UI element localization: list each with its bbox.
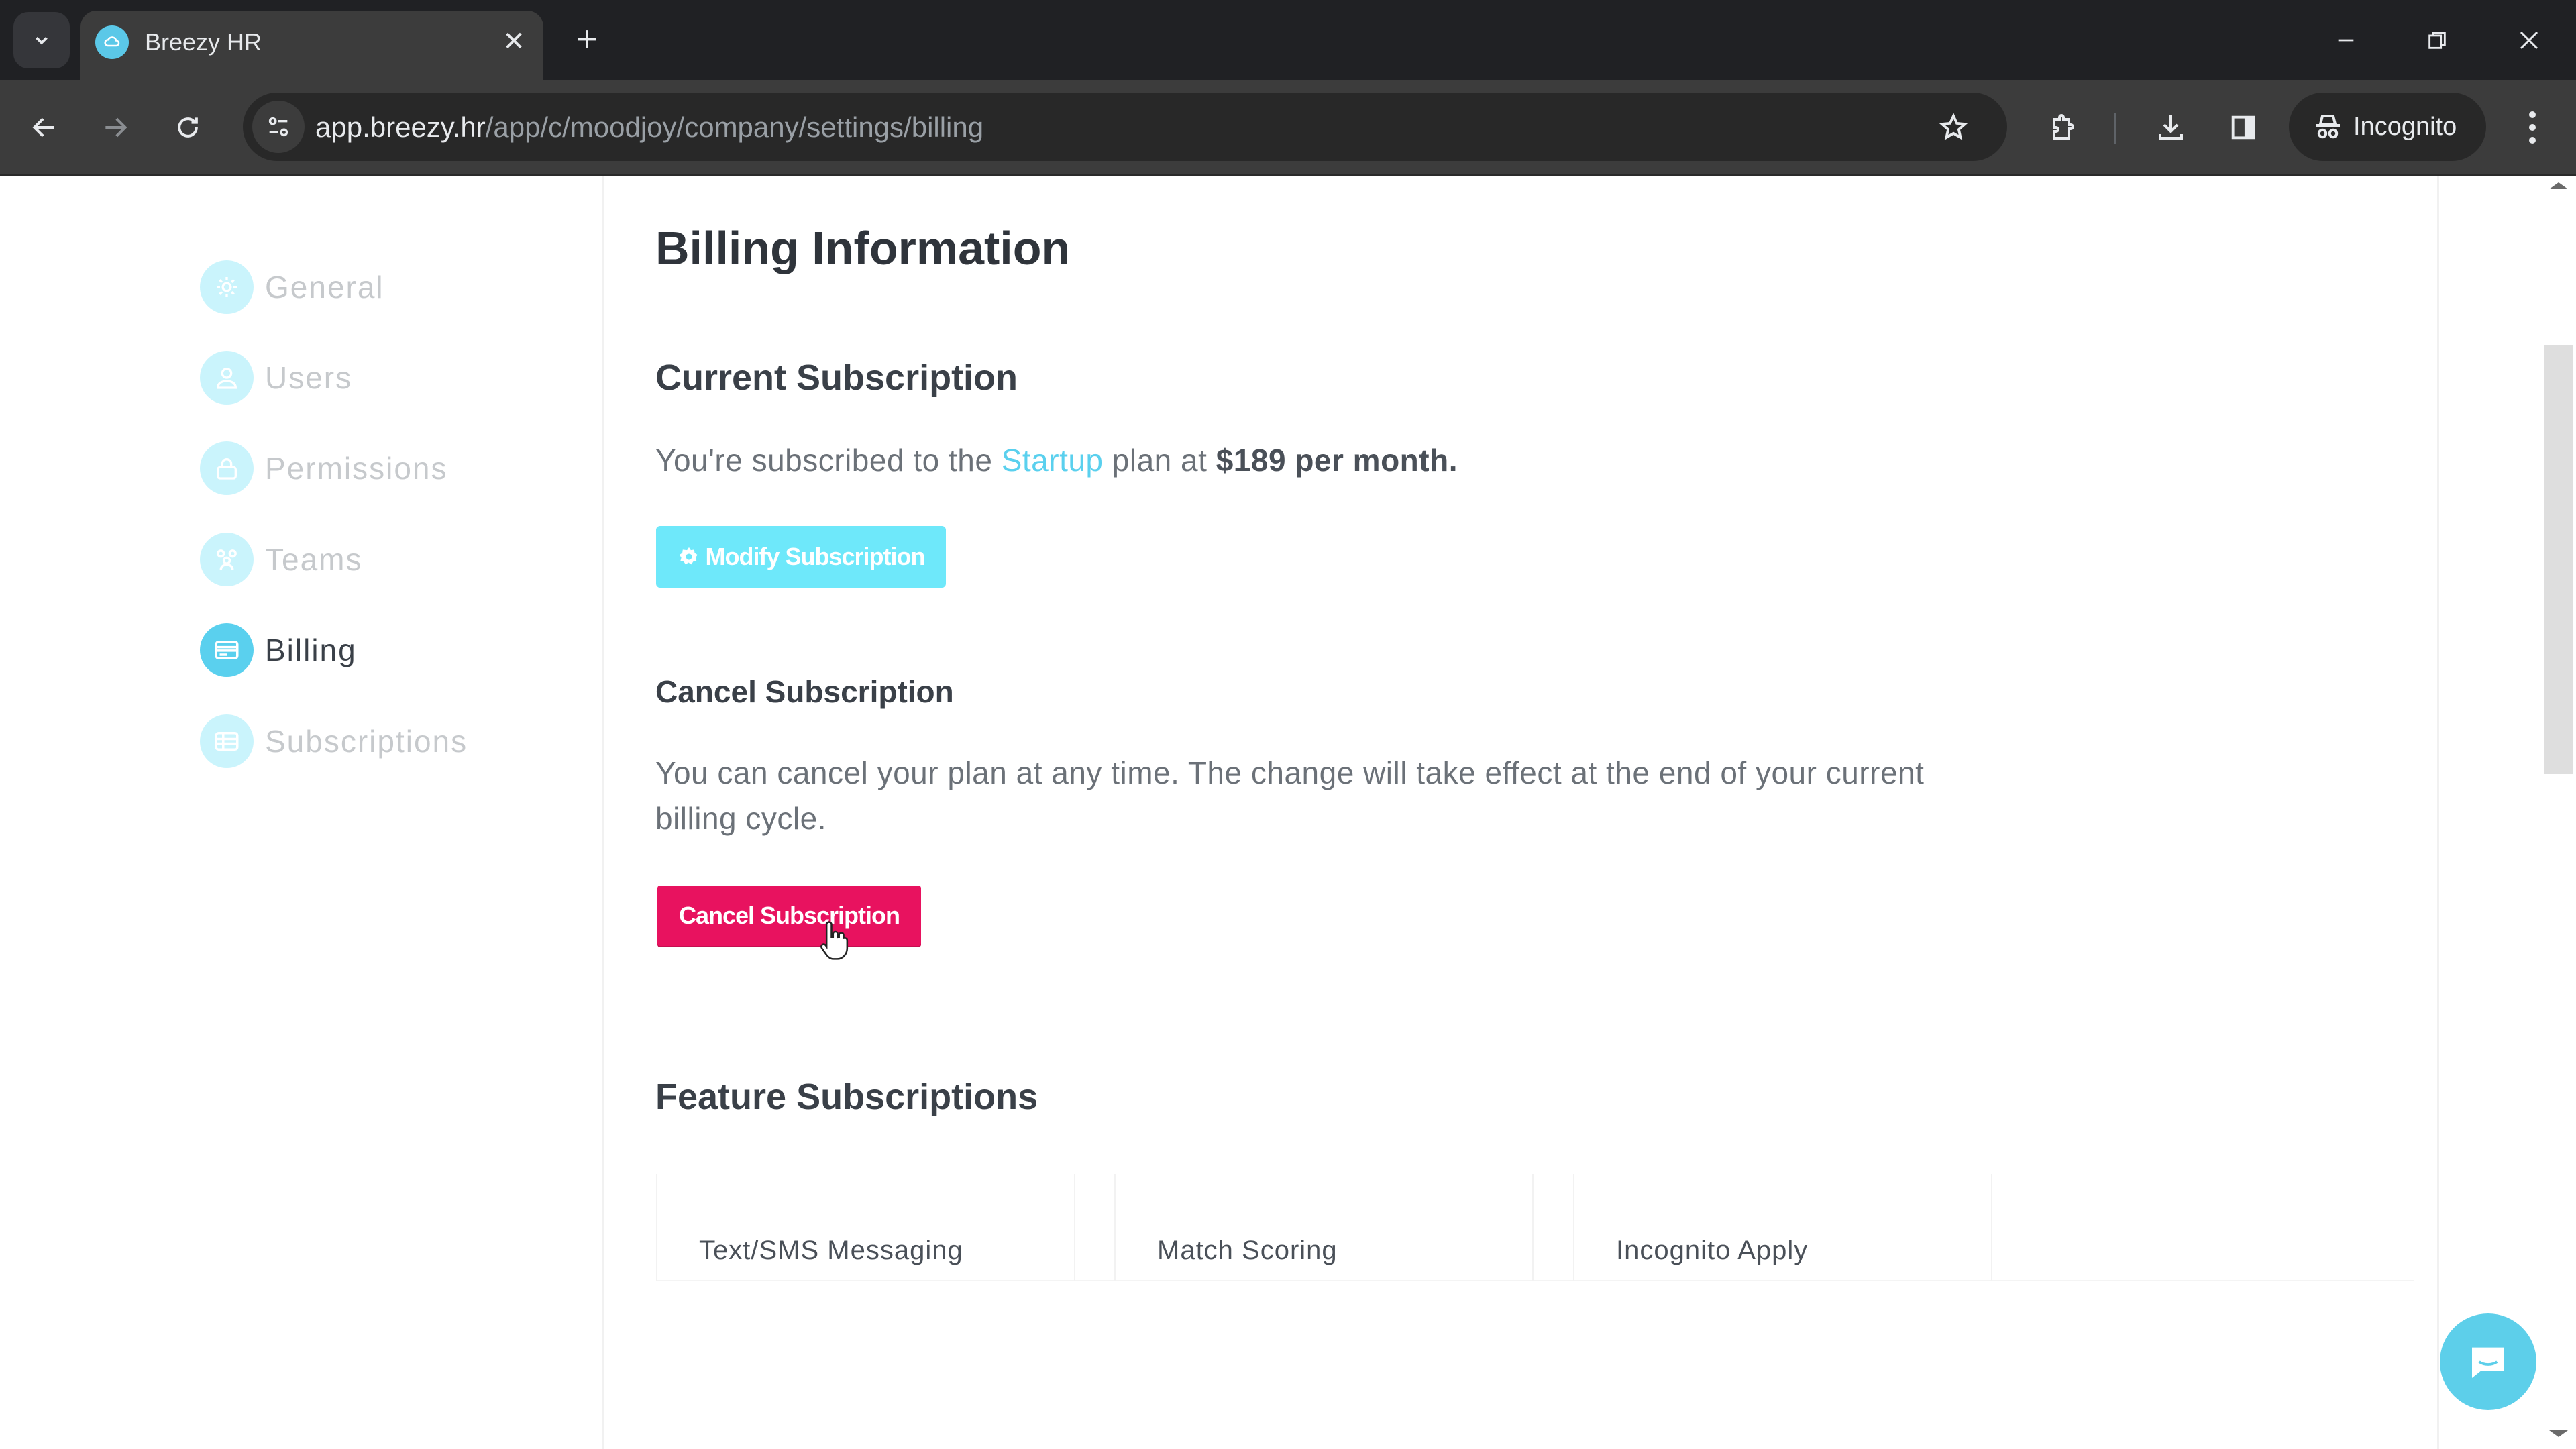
feature-label: Match Scoring bbox=[1157, 1236, 1338, 1265]
forward-button[interactable] bbox=[89, 101, 142, 154]
url-text[interactable]: app.breezy.hr/app/c/moodjoy/company/sett… bbox=[315, 111, 983, 144]
feature-card-match-scoring[interactable]: Match Scoring bbox=[1114, 1174, 1534, 1281]
gear-icon bbox=[679, 547, 698, 565]
feature-subscriptions-heading: Feature Subscriptions bbox=[655, 1077, 1038, 1117]
url-path: /app/c/moodjoy/company/settings/billing bbox=[485, 111, 984, 143]
close-window-button[interactable] bbox=[2506, 17, 2553, 64]
cancel-description: You can cancel your plan at any time. Th… bbox=[655, 755, 1925, 836]
browser-toolbar: app.breezy.hr/app/c/moodjoy/company/sett… bbox=[0, 80, 2576, 176]
plan-text-middle: plan at bbox=[1103, 443, 1216, 478]
feature-card-sms[interactable]: Text/SMS Messaging bbox=[656, 1174, 1075, 1281]
sidebar-item-label: Subscriptions bbox=[265, 724, 468, 759]
modify-subscription-label: Modify Subscription bbox=[705, 543, 926, 570]
more-vert-icon bbox=[2529, 111, 2536, 118]
plan-name-link[interactable]: Startup bbox=[1002, 443, 1104, 478]
downloads-button[interactable] bbox=[2144, 101, 2198, 154]
browser-tab-bar: Breezy HR ✕ + bbox=[0, 0, 2576, 80]
url-host: app.breezy.hr bbox=[315, 111, 486, 143]
address-bar[interactable]: app.breezy.hr/app/c/moodjoy/company/sett… bbox=[243, 93, 2007, 161]
tab-search-button[interactable] bbox=[13, 12, 70, 68]
sidebar-item-users[interactable]: Users bbox=[200, 347, 352, 408]
side-panel-button[interactable] bbox=[2216, 101, 2270, 154]
arrow-right-icon bbox=[105, 117, 127, 138]
team-icon bbox=[200, 533, 254, 586]
sidebar-item-general[interactable]: General bbox=[200, 257, 384, 317]
sidebar-item-label: General bbox=[265, 270, 384, 305]
more-vert-dot bbox=[2529, 124, 2536, 131]
sidebar-item-permissions[interactable]: Permissions bbox=[200, 438, 448, 498]
toolbar-divider bbox=[2114, 113, 2116, 144]
reload-button[interactable] bbox=[161, 101, 215, 154]
minimize-button[interactable] bbox=[2322, 17, 2369, 64]
back-button[interactable] bbox=[17, 101, 71, 154]
arrow-left-icon bbox=[32, 117, 54, 138]
minimize-icon bbox=[2338, 39, 2354, 42]
new-tab-button[interactable]: + bbox=[567, 20, 607, 60]
feature-label: Text/SMS Messaging bbox=[699, 1236, 963, 1265]
incognito-label: Incognito bbox=[2353, 112, 2457, 141]
list-icon bbox=[200, 714, 254, 768]
mouse-cursor-hand-icon bbox=[820, 919, 851, 965]
chat-bubble-icon bbox=[2472, 1347, 2504, 1378]
scrollbar-thumb[interactable] bbox=[2544, 345, 2573, 774]
cancel-subscription-label: Cancel Subscription bbox=[678, 902, 900, 929]
feature-card-incognito-apply[interactable]: Incognito Apply bbox=[1573, 1174, 1992, 1281]
page: General Users Permissions Teams Billing bbox=[0, 176, 2576, 1449]
plan-text-prefix: You're subscribed to the bbox=[655, 443, 1002, 478]
bookmark-button[interactable] bbox=[1933, 107, 1974, 148]
side-panel-icon bbox=[2231, 115, 2255, 140]
download-icon bbox=[2159, 115, 2183, 140]
plan-price: $189 per month. bbox=[1216, 443, 1458, 478]
modify-subscription-button[interactable]: Modify Subscription bbox=[656, 526, 946, 588]
star-icon bbox=[1939, 113, 1968, 140]
cancel-subscription-button[interactable]: Cancel Subscription bbox=[657, 885, 921, 946]
lock-icon bbox=[200, 441, 254, 495]
more-vert-dot bbox=[2529, 137, 2536, 144]
browser-menu-button[interactable] bbox=[2512, 101, 2553, 154]
chat-launcher-button[interactable] bbox=[2440, 1313, 2536, 1410]
settings-sidebar: General Users Permissions Teams Billing bbox=[0, 176, 604, 1449]
close-icon bbox=[2520, 31, 2538, 50]
user-icon bbox=[200, 351, 254, 405]
incognito-indicator[interactable]: Incognito bbox=[2289, 93, 2486, 161]
current-plan-text: You're subscribed to the Startup plan at… bbox=[655, 437, 1964, 483]
tab-title: Breezy HR bbox=[145, 28, 262, 56]
browser-tab[interactable]: Breezy HR ✕ bbox=[80, 11, 543, 80]
chevron-down-icon bbox=[36, 36, 48, 45]
tab-close-icon[interactable]: ✕ bbox=[496, 24, 531, 59]
scroll-down-arrow-icon[interactable] bbox=[2549, 1430, 2568, 1437]
extensions-button[interactable] bbox=[2037, 101, 2090, 154]
breezy-favicon-icon bbox=[95, 25, 129, 59]
sidebar-item-teams[interactable]: Teams bbox=[200, 529, 362, 590]
incognito-icon bbox=[2316, 115, 2340, 139]
scroll-up-arrow-icon[interactable] bbox=[2549, 182, 2568, 189]
reload-icon bbox=[178, 117, 198, 138]
sidebar-item-billing[interactable]: Billing bbox=[200, 620, 357, 680]
billing-content: Billing Information Current Subscription… bbox=[604, 176, 2439, 1449]
sidebar-item-label: Users bbox=[265, 360, 353, 395]
feature-subscriptions-list: Text/SMS Messaging Match Scoring Incogni… bbox=[656, 1174, 2414, 1281]
sidebar-item-label: Permissions bbox=[265, 451, 448, 486]
sidebar-item-label: Teams bbox=[265, 542, 363, 577]
feature-label: Incognito Apply bbox=[1616, 1236, 1809, 1265]
sidebar-item-label: Billing bbox=[265, 633, 357, 667]
site-info-button[interactable] bbox=[252, 101, 305, 153]
gear-icon bbox=[200, 260, 254, 314]
credit-card-icon bbox=[200, 623, 254, 677]
restore-icon bbox=[2428, 32, 2446, 49]
restore-button[interactable] bbox=[2414, 17, 2461, 64]
tune-icon bbox=[268, 117, 288, 137]
sidebar-item-subscriptions[interactable]: Subscriptions bbox=[200, 711, 468, 771]
cancel-subscription-heading: Cancel Subscription bbox=[655, 674, 954, 709]
puzzle-icon bbox=[2053, 114, 2074, 140]
current-subscription-heading: Current Subscription bbox=[655, 358, 1018, 398]
page-title: Billing Information bbox=[655, 222, 1071, 274]
page-scrollbar[interactable] bbox=[2542, 176, 2576, 1449]
